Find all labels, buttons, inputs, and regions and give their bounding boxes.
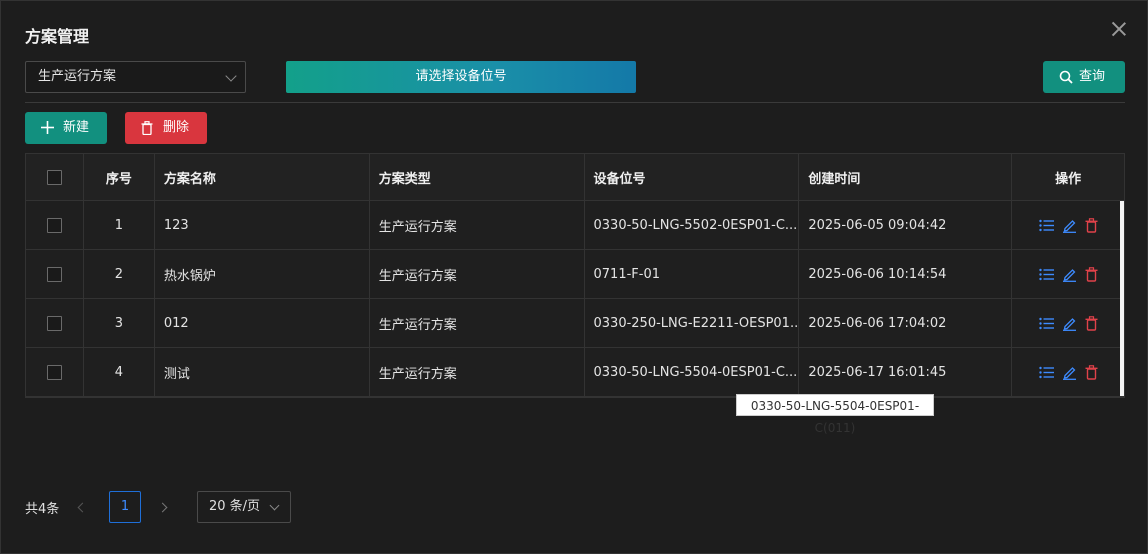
plan-management-dialog: 方案管理 生产运行方案 请选择设备位号 查询 新建 删除 序号 方案名称 方案类… — [0, 0, 1148, 554]
row-device: 0330-50-LNG-5504-0ESP01-C... — [585, 348, 800, 396]
row-checkbox-cell — [26, 201, 84, 249]
edit-icon[interactable] — [1062, 365, 1077, 380]
trash-icon — [141, 121, 153, 135]
row-name: 热水锅炉 — [155, 250, 370, 298]
row-ops — [1012, 201, 1124, 249]
row-ops — [1012, 348, 1124, 396]
row-checkbox-cell — [26, 299, 84, 347]
row-checkbox-cell — [26, 250, 84, 298]
row-ops — [1012, 250, 1124, 298]
list-icon[interactable] — [1038, 219, 1054, 232]
row-type: 生产运行方案 — [370, 348, 585, 396]
select-device-button[interactable]: 请选择设备位号 — [286, 61, 636, 93]
row-index: 3 — [84, 299, 155, 347]
row-type: 生产运行方案 — [370, 201, 585, 249]
chevron-down-icon — [225, 70, 237, 82]
row-device: 0330-50-LNG-5502-0ESP01-C... — [585, 201, 800, 249]
page-size-value: 20 条/页 — [209, 499, 261, 514]
row-name: 测试 — [155, 348, 370, 396]
table-row: 2 热水锅炉 生产运行方案 0711-F-01 2025-06-06 10:14… — [26, 250, 1124, 299]
chevron-left-icon — [77, 502, 88, 513]
dialog-title: 方案管理 — [25, 27, 90, 46]
divider — [25, 102, 1125, 103]
delete-button[interactable]: 删除 — [125, 112, 207, 144]
select-all-checkbox[interactable] — [46, 169, 62, 185]
delete-button-label: 删除 — [163, 120, 190, 135]
page-number-button[interactable]: 1 — [109, 491, 141, 523]
row-created: 2025-06-06 17:04:02 — [799, 299, 1013, 347]
header-created: 创建时间 — [799, 154, 1013, 200]
list-icon[interactable] — [1038, 366, 1054, 379]
list-icon[interactable] — [1038, 317, 1054, 330]
row-checkbox[interactable] — [46, 364, 62, 380]
header-device: 设备位号 — [585, 154, 800, 200]
table-row: 4 测试 生产运行方案 0330-50-LNG-5504-0ESP01-C...… — [26, 348, 1124, 397]
plus-icon — [41, 121, 54, 134]
pagination-total: 共4条 — [25, 502, 60, 517]
query-button[interactable]: 查询 — [1043, 61, 1125, 93]
row-index: 2 — [84, 250, 155, 298]
query-button-label: 查询 — [1079, 69, 1106, 84]
header-name: 方案名称 — [155, 154, 370, 200]
plan-table: 序号 方案名称 方案类型 设备位号 创建时间 操作 1 123 生产运行方案 0… — [25, 153, 1125, 398]
row-checkbox[interactable] — [46, 315, 62, 331]
header-ops: 操作 — [1055, 171, 1082, 187]
row-ops — [1012, 299, 1124, 347]
row-name: 012 — [155, 299, 370, 347]
trash-icon[interactable] — [1085, 266, 1098, 282]
header-type: 方案类型 — [370, 154, 585, 200]
table-row: 1 123 生产运行方案 0330-50-LNG-5502-0ESP01-C..… — [26, 201, 1124, 250]
row-name: 123 — [155, 201, 370, 249]
prev-page-button[interactable] — [77, 500, 88, 515]
edit-icon[interactable] — [1062, 316, 1077, 331]
row-checkbox-cell — [26, 348, 84, 396]
trash-icon[interactable] — [1085, 364, 1098, 380]
device-tooltip: 0330-50-LNG-5504-0ESP01-C(011) — [736, 394, 934, 435]
new-button[interactable]: 新建 — [25, 112, 107, 144]
header-index: 序号 — [84, 154, 155, 200]
table-row: 3 012 生产运行方案 0330-250-LNG-E2211-OESP01..… — [26, 299, 1124, 348]
row-checkbox[interactable] — [46, 266, 62, 282]
chevron-right-icon — [157, 502, 168, 513]
row-type: 生产运行方案 — [370, 299, 585, 347]
plan-type-select-value: 生产运行方案 — [38, 69, 117, 84]
plan-type-select[interactable]: 生产运行方案 — [25, 61, 246, 93]
row-type: 生产运行方案 — [370, 250, 585, 298]
row-device: 0711-F-01 — [585, 250, 800, 298]
close-icon[interactable] — [1109, 19, 1129, 39]
row-device: 0330-250-LNG-E2211-OESP01... — [585, 299, 800, 347]
row-index: 4 — [84, 348, 155, 396]
row-created: 2025-06-05 09:04:42 — [799, 201, 1013, 249]
row-checkbox[interactable] — [46, 217, 62, 233]
search-icon — [1059, 70, 1073, 84]
trash-icon[interactable] — [1085, 217, 1098, 233]
header-checkbox-cell — [26, 154, 84, 200]
next-page-button[interactable] — [157, 500, 168, 515]
row-created: 2025-06-06 10:14:54 — [799, 250, 1013, 298]
row-created: 2025-06-17 16:01:45 — [799, 348, 1013, 396]
page-size-select[interactable]: 20 条/页 — [197, 491, 291, 523]
table-header-row: 序号 方案名称 方案类型 设备位号 创建时间 操作 — [26, 154, 1124, 201]
new-button-label: 新建 — [63, 120, 90, 135]
row-index: 1 — [84, 201, 155, 249]
edit-icon[interactable] — [1062, 267, 1077, 282]
chevron-down-icon — [269, 500, 280, 511]
table-scrollbar[interactable] — [1120, 201, 1124, 396]
edit-icon[interactable] — [1062, 218, 1077, 233]
list-icon[interactable] — [1038, 268, 1054, 281]
trash-icon[interactable] — [1085, 315, 1098, 331]
